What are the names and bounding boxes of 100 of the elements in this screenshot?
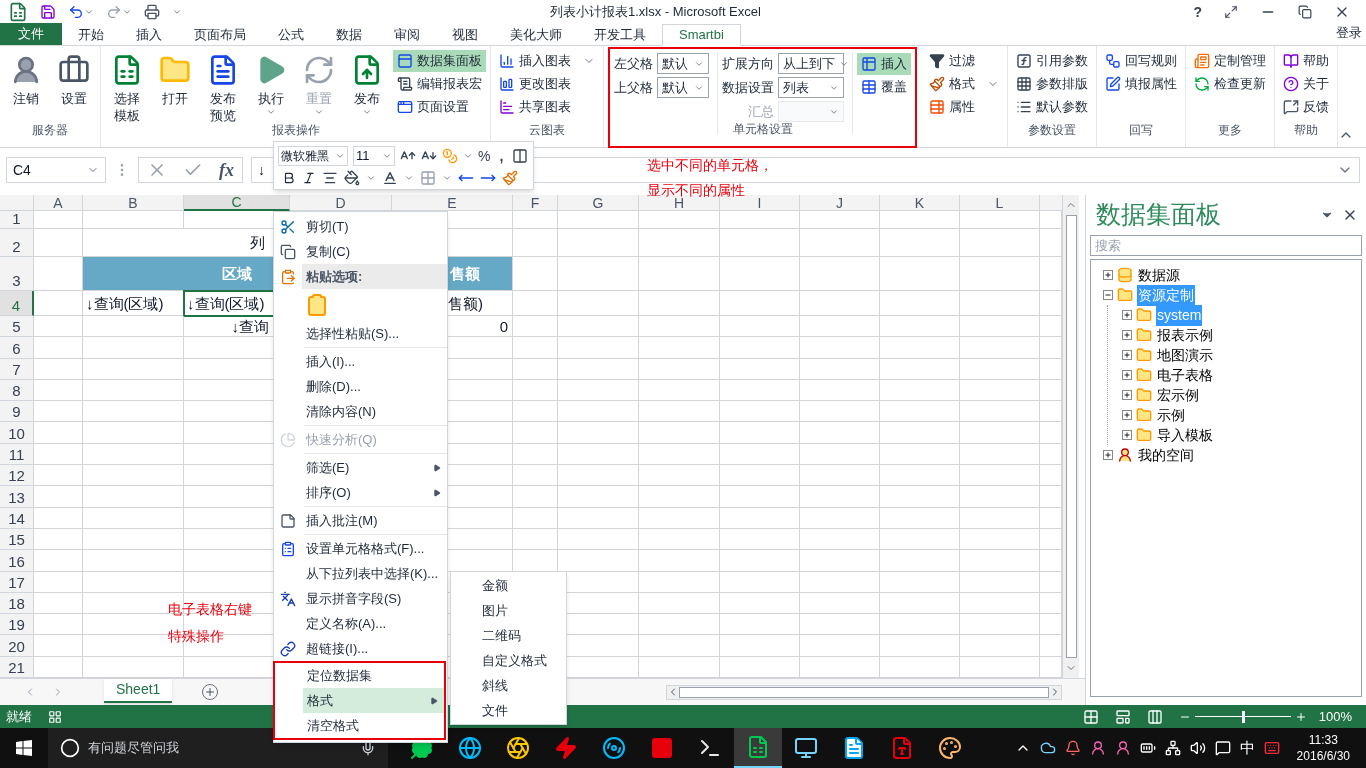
expand-icon[interactable] bbox=[1103, 450, 1113, 460]
zoom-track[interactable] bbox=[1194, 710, 1291, 723]
ribbon-button[interactable]: 插入图表 bbox=[495, 50, 599, 72]
ribbon-button[interactable]: 选择模板 bbox=[105, 50, 149, 126]
empty-cell[interactable] bbox=[720, 257, 800, 292]
ribbon-button[interactable]: 填报属性 bbox=[1101, 73, 1181, 95]
search-field[interactable]: 搜索 bbox=[1090, 235, 1362, 256]
empty-cell[interactable] bbox=[960, 571, 1040, 593]
empty-cell[interactable] bbox=[880, 550, 960, 572]
empty-cell[interactable] bbox=[513, 316, 558, 338]
empty-cell[interactable] bbox=[800, 614, 880, 636]
menu-item[interactable]: 二维码 bbox=[451, 623, 566, 648]
row-header[interactable]: 6 bbox=[0, 337, 34, 359]
ribbon-button[interactable]: 定制管理 bbox=[1190, 50, 1270, 72]
row-header[interactable]: 17 bbox=[0, 571, 34, 593]
empty-cell[interactable] bbox=[513, 486, 558, 508]
empty-cell[interactable] bbox=[800, 486, 880, 508]
empty-cell[interactable] bbox=[800, 337, 880, 359]
empty-cell[interactable] bbox=[558, 486, 639, 508]
empty-cell[interactable] bbox=[800, 465, 880, 487]
empty-cell[interactable] bbox=[720, 528, 800, 551]
empty-cell[interactable] bbox=[960, 229, 1040, 258]
empty-cell[interactable] bbox=[639, 528, 720, 551]
ribbon-button[interactable]: 注销 bbox=[4, 50, 48, 126]
dropdown-field[interactable]: 列表 bbox=[778, 77, 844, 98]
expand-icon[interactable] bbox=[1122, 310, 1132, 320]
tree-item[interactable]: 数据源 bbox=[1137, 264, 1181, 286]
ribbon-button[interactable]: 插入 bbox=[857, 53, 911, 75]
empty-cell[interactable] bbox=[513, 211, 558, 230]
expand-icon[interactable] bbox=[1122, 370, 1132, 380]
vertical-scrollbar[interactable] bbox=[1062, 195, 1079, 678]
ribbon-tab[interactable]: Smartbi bbox=[662, 24, 741, 46]
help-button[interactable]: ? bbox=[1193, 1, 1202, 23]
row-header[interactable]: 2 bbox=[0, 229, 34, 258]
empty-cell[interactable] bbox=[720, 571, 800, 593]
table-cell[interactable]: ↓查询(区域) bbox=[184, 291, 290, 317]
zoom-in-icon[interactable] bbox=[1294, 710, 1307, 723]
empty-cell[interactable] bbox=[960, 379, 1040, 402]
empty-cell[interactable] bbox=[513, 528, 558, 551]
expand-icon[interactable] bbox=[1122, 390, 1132, 400]
empty-cell[interactable] bbox=[800, 316, 880, 338]
row-header[interactable]: 8 bbox=[0, 379, 34, 402]
borders-icon[interactable] bbox=[420, 169, 436, 186]
empty-cell[interactable] bbox=[960, 257, 1040, 292]
ribbon-button[interactable]: 页面设置 bbox=[393, 96, 486, 118]
empty-cell[interactable] bbox=[880, 229, 960, 258]
empty-cell[interactable] bbox=[960, 528, 1040, 551]
menu-item[interactable]: 金额 bbox=[451, 573, 566, 598]
menu-item[interactable]: 格式 bbox=[303, 688, 444, 713]
row-header[interactable]: 12 bbox=[0, 465, 34, 487]
notification-icon[interactable] bbox=[1214, 740, 1231, 756]
empty-cell[interactable] bbox=[83, 211, 184, 230]
redo-icon[interactable] bbox=[106, 4, 122, 20]
empty-cell[interactable] bbox=[720, 401, 800, 423]
empty-cell[interactable] bbox=[800, 635, 880, 657]
empty-cell[interactable] bbox=[720, 465, 800, 487]
currency-icon[interactable] bbox=[442, 148, 458, 164]
dropdown-field[interactable]: 默认 bbox=[657, 53, 709, 74]
ribbon-tab[interactable]: 视图 bbox=[436, 24, 494, 46]
empty-cell[interactable] bbox=[880, 528, 960, 551]
expand-icon[interactable] bbox=[1122, 430, 1132, 440]
menu-item[interactable]: 设置单元格格式(F)... bbox=[302, 536, 447, 561]
ribbon-tab[interactable]: 数据 bbox=[320, 24, 378, 46]
ribbon-tab[interactable]: 美化大师 bbox=[494, 24, 578, 46]
start-icon[interactable] bbox=[16, 740, 32, 756]
horizontal-scrollbar[interactable] bbox=[666, 684, 1062, 700]
menu-item[interactable]: 定义名称(A)... bbox=[302, 611, 447, 636]
empty-cell[interactable] bbox=[800, 401, 880, 423]
row-header[interactable]: 7 bbox=[0, 358, 34, 380]
normal-view-icon[interactable] bbox=[1082, 708, 1099, 725]
empty-cell[interactable] bbox=[513, 358, 558, 380]
ribbon-button[interactable]: 检查更新 bbox=[1190, 73, 1270, 95]
menu-item[interactable]: 从下拉列表中选择(K)... bbox=[302, 561, 447, 586]
font-color-icon[interactable] bbox=[382, 169, 398, 186]
ribbon-button[interactable]: 共享图表 bbox=[495, 96, 599, 118]
row-header[interactable]: 13 bbox=[0, 486, 34, 508]
empty-cell[interactable] bbox=[639, 229, 720, 258]
clock[interactable]: 11:33 2016/6/30 bbox=[1288, 732, 1358, 764]
ribbon-tab[interactable]: 开发工具 bbox=[578, 24, 662, 46]
empty-cell[interactable] bbox=[83, 379, 184, 402]
cloud-icon[interactable] bbox=[1039, 740, 1056, 756]
dropdown-field[interactable]: 默认 bbox=[657, 77, 709, 98]
empty-cell[interactable] bbox=[800, 229, 880, 258]
empty-cell[interactable] bbox=[720, 291, 800, 317]
ribbon-button[interactable]: 编辑报表宏 bbox=[393, 73, 486, 95]
menu-item[interactable]: 超链接(I)... bbox=[302, 636, 447, 661]
file-tab[interactable]: 文件 bbox=[0, 23, 62, 45]
column-header[interactable]: C bbox=[184, 195, 290, 212]
column-header[interactable]: F bbox=[513, 195, 558, 212]
empty-cell[interactable] bbox=[639, 401, 720, 423]
row-header[interactable]: 16 bbox=[0, 550, 34, 572]
row-header[interactable]: 18 bbox=[0, 592, 34, 615]
row-header[interactable]: 10 bbox=[0, 422, 34, 444]
ribbon-button[interactable]: 属性 bbox=[925, 96, 1003, 118]
empty-cell[interactable] bbox=[639, 486, 720, 508]
empty-cell[interactable] bbox=[83, 358, 184, 380]
row-header[interactable]: 1 bbox=[0, 211, 34, 230]
empty-cell[interactable] bbox=[960, 316, 1040, 338]
expand-icon[interactable] bbox=[1122, 330, 1132, 340]
ribbon-button[interactable]: 过滤 bbox=[925, 50, 1003, 72]
